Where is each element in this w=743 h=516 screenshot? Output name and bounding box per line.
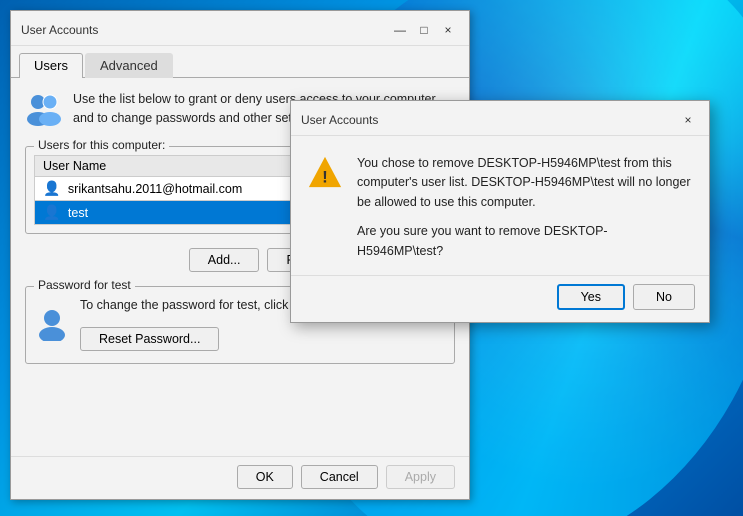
warning-icon: ! bbox=[307, 154, 343, 190]
yes-button[interactable]: Yes bbox=[557, 284, 625, 310]
svg-text:!: ! bbox=[322, 167, 328, 186]
dialog-title-bar: User Accounts × bbox=[291, 101, 709, 136]
dialog-message-line1: You chose to remove DESKTOP-H5946MP\test… bbox=[357, 154, 693, 212]
dialog-buttons: Yes No bbox=[291, 275, 709, 322]
no-button[interactable]: No bbox=[633, 284, 695, 310]
dialog-title: User Accounts bbox=[301, 113, 378, 127]
dialog-overlay: User Accounts × ! You chose to remove DE… bbox=[0, 0, 743, 516]
dialog-body: ! You chose to remove DESKTOP-H5946MP\te… bbox=[291, 136, 709, 275]
dialog-message: You chose to remove DESKTOP-H5946MP\test… bbox=[357, 154, 693, 261]
dialog-close-button[interactable]: × bbox=[677, 109, 699, 131]
dialog-message-line2: Are you sure you want to remove DESKTOP-… bbox=[357, 222, 693, 261]
user-accounts-dialog: User Accounts × ! You chose to remove DE… bbox=[290, 100, 710, 323]
